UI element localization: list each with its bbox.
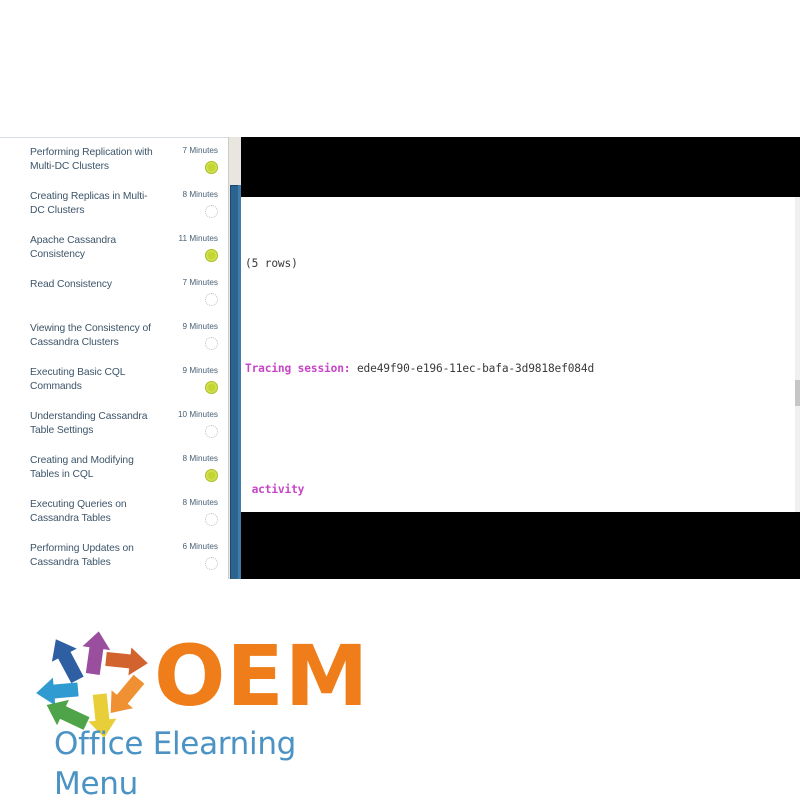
lesson-title: Apache Cassandra Consistency [30, 235, 116, 260]
lesson-meta: 9 Minutes [162, 366, 222, 394]
course-player: Performing Replication with Multi-DC Clu… [0, 137, 800, 579]
lesson-title: Read Consistency [30, 279, 112, 290]
lesson-title: Executing Queries on Cassandra Tables [30, 499, 127, 524]
cqlsh-terminal: (5 rows) Tracing session: ede49f90-e196-… [241, 197, 800, 512]
lesson-item[interactable]: Performing Updates on Cassandra Tables 6 … [0, 534, 228, 578]
lesson-meta: 8 Minutes [162, 498, 222, 526]
lesson-incomplete-icon [205, 337, 218, 350]
lesson-incomplete-icon [205, 293, 218, 306]
lesson-item[interactable]: Creating and Modifying Tables in CQL 8 Mi… [0, 446, 228, 490]
lesson-meta: 10 Minutes [162, 410, 222, 438]
terminal-header-activity: activity [245, 483, 305, 497]
lesson-duration: 8 Minutes [182, 498, 219, 507]
lesson-meta: 9 Minutes [162, 322, 222, 350]
lesson-title: Creating and Modifying Tables in CQL [30, 455, 134, 480]
lesson-duration: 10 Minutes [177, 410, 218, 419]
lesson-duration: 6 Minutes [182, 542, 219, 551]
lesson-title: Viewing the Consistency of Cassandra Clu… [30, 323, 151, 348]
lesson-item[interactable]: Read Consistency 7 Minutes [0, 270, 228, 314]
terminal-tracing-session: Tracing session: ede49f90-e196-11ec-bafa… [245, 361, 595, 375]
lesson-incomplete-icon [205, 513, 218, 526]
arrow-orange-red [105, 647, 148, 676]
lesson-meta: 6 Minutes [162, 542, 222, 570]
oem-logo: OEM Office Elearning Menu [30, 627, 380, 802]
video-stage[interactable]: (5 rows) Tracing session: ede49f90-e196-… [241, 137, 800, 579]
lesson-item[interactable]: Understanding Cassandra Table Settings 10… [0, 402, 228, 446]
lesson-item[interactable]: Viewing the Consistency of Cassandra Clu… [0, 314, 228, 358]
lesson-complete-icon [205, 249, 218, 262]
terminal-blank-2 [245, 412, 800, 429]
lesson-item[interactable]: Executing Basic CQL Commands 9 Minutes [0, 358, 228, 402]
lesson-complete-icon [205, 469, 218, 482]
lesson-meta: 8 Minutes [162, 454, 222, 482]
lesson-duration: 7 Minutes [182, 146, 219, 155]
lesson-item[interactable]: Tracing Query Information9 Minutes [0, 578, 228, 579]
lesson-duration: 8 Minutes [182, 190, 219, 199]
lesson-meta: 8 Minutes [162, 190, 222, 218]
logo-title: OEM [154, 627, 370, 725]
lesson-duration: 11 Minutes [178, 234, 218, 243]
lesson-item[interactable]: Apache Cassandra Consistency 11 Minutes [0, 226, 228, 270]
terminal-text: (5 rows) Tracing session: ede49f90-e196-… [241, 197, 800, 512]
lesson-sidebar[interactable]: Performing Replication with Multi-DC Clu… [0, 137, 228, 579]
terminal-row-count: (5 rows) [245, 257, 298, 271]
terminal-scrollbar-thumb[interactable] [795, 379, 800, 406]
lesson-title: Creating Replicas in Multi-DC Clusters [30, 191, 148, 216]
lesson-meta: 7 Minutes [162, 278, 222, 306]
lesson-title: Performing Updates on Cassandra Tables [30, 543, 134, 568]
lesson-meta: 7 Minutes [162, 146, 222, 174]
lesson-title: Performing Replication with Multi-DC Clu… [30, 147, 153, 172]
logo-tagline: Office Elearning Menu [54, 726, 297, 802]
lesson-title: Understanding Cassandra Table Settings [30, 411, 148, 436]
lesson-list[interactable]: Performing Replication with Multi-DC Clu… [0, 138, 228, 579]
lesson-item[interactable]: Performing Replication with Multi-DC Clu… [0, 138, 228, 182]
lesson-complete-icon [205, 161, 218, 174]
lesson-item[interactable]: Creating Replicas in Multi-DC Clusters 8 … [0, 182, 228, 226]
arrow-dark-blue [51, 639, 84, 684]
lesson-duration: 9 Minutes [182, 322, 219, 331]
lesson-title: Executing Basic CQL Commands [30, 367, 126, 392]
terminal-scrollbar[interactable] [795, 197, 800, 512]
lesson-incomplete-icon [205, 557, 218, 570]
lesson-meta: 11 Minutes [162, 234, 222, 262]
lesson-incomplete-icon [205, 205, 218, 218]
lesson-duration: 8 Minutes [182, 454, 219, 463]
lesson-duration: 9 Minutes [182, 366, 219, 375]
lesson-item[interactable]: Executing Queries on Cassandra Tables 8 M… [0, 490, 228, 534]
lesson-complete-icon [205, 381, 218, 394]
lesson-incomplete-icon [205, 425, 218, 438]
lesson-duration: 7 Minutes [182, 278, 219, 287]
terminal-blank-1 [245, 307, 800, 324]
